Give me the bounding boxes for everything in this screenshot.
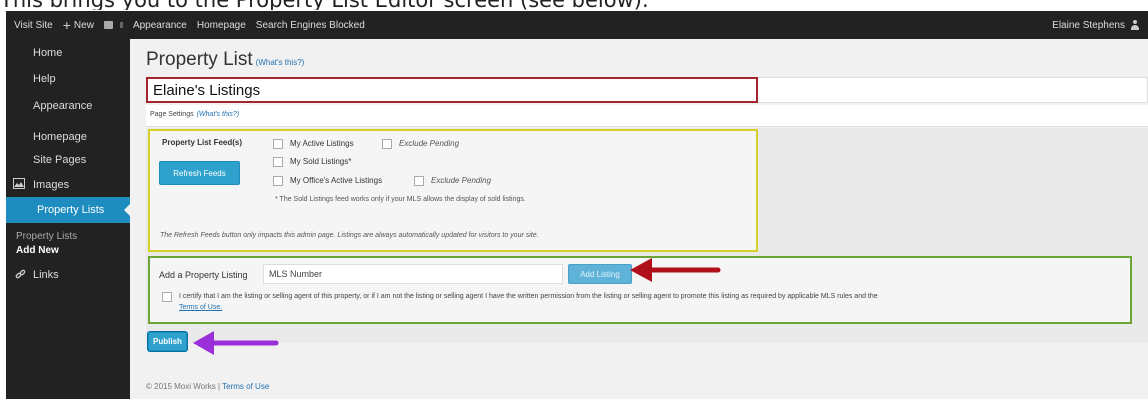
exclude-pending-checkbox-1[interactable] <box>382 139 392 149</box>
feeds-label: Property List Feed(s) <box>162 138 243 147</box>
sidebar-item-images[interactable]: Images <box>6 174 130 194</box>
exclude-pending-label-2: Exclude Pending <box>431 176 492 185</box>
user-name: Elaine Stephens <box>1052 19 1125 31</box>
appearance-link[interactable]: Appearance <box>133 20 187 31</box>
homepage-link[interactable]: Homepage <box>197 20 246 31</box>
link-icon <box>15 269 26 279</box>
refresh-feeds-button[interactable]: Refresh Feeds <box>159 161 240 185</box>
sidebar-item-home[interactable]: Home <box>6 43 130 63</box>
my-active-listings-label: My Active Listings <box>290 139 354 148</box>
add-listing-label: Add a Property Listing <box>159 270 248 280</box>
page-settings-bar[interactable]: Page Settings (What's this?) <box>146 105 1148 127</box>
sidebar-item-help[interactable]: Help <box>6 69 130 89</box>
page-settings-help-link[interactable]: (What's this?) <box>197 111 240 118</box>
tutorial-caption: This brings you to the Property List Edi… <box>0 0 1148 10</box>
user-menu[interactable]: Elaine Stephens <box>1052 20 1140 31</box>
sidebar-item-property-lists[interactable]: Property Lists <box>6 197 130 223</box>
plus-icon: + <box>62 17 71 33</box>
publish-button[interactable]: Publish <box>148 332 187 351</box>
exclude-pending-label-1: Exclude Pending <box>399 139 460 148</box>
add-listing-section: Add a Property Listing MLS Number Add Li… <box>148 256 1132 324</box>
separator <box>119 22 123 28</box>
sidebar-item-appearance[interactable]: Appearance <box>6 95 130 115</box>
certify-text: I certify that I am the listing or selli… <box>179 293 878 311</box>
office-active-listings-checkbox[interactable] <box>273 176 283 186</box>
exclude-pending-checkbox-2[interactable] <box>414 176 424 186</box>
my-active-listings-checkbox[interactable] <box>273 139 283 149</box>
my-sold-listings-checkbox[interactable] <box>273 157 283 167</box>
submenu-add-new[interactable]: Add New <box>6 243 130 257</box>
footer: © 2015 Moxi Works | Terms of Use <box>146 382 270 391</box>
footer-terms-link[interactable]: Terms of Use <box>222 382 269 391</box>
admin-sidebar: Home Help Appearance Homepage Site Pages… <box>6 39 130 399</box>
mls-number-input[interactable]: MLS Number <box>263 264 563 284</box>
terms-of-use-link[interactable]: Terms of Use. <box>179 304 222 311</box>
my-sold-listings-label: My Sold Listings* <box>290 157 352 166</box>
feeds-section: Property List Feed(s) Refresh Feeds My A… <box>148 129 758 252</box>
search-engines-blocked-link[interactable]: Search Engines Blocked <box>256 20 365 31</box>
images-icon <box>13 178 25 189</box>
comments-menu[interactable] <box>103 21 123 29</box>
office-active-listings-label: My Office's Active Listings <box>290 176 383 185</box>
sold-listings-note: * The Sold Listings feed works only if y… <box>275 196 526 203</box>
user-icon <box>1130 20 1140 30</box>
certify-checkbox[interactable] <box>162 292 172 302</box>
add-listing-button[interactable]: Add Listing <box>568 264 632 284</box>
refresh-feeds-note: The Refresh Feeds button only impacts th… <box>160 232 539 239</box>
visit-site-link[interactable]: Visit Site <box>14 20 53 31</box>
content-area: Property List (What's this?) Elaine's Lis… <box>130 39 1148 399</box>
comment-icon <box>103 21 113 29</box>
whats-this-link[interactable]: (What's this?) <box>256 58 305 67</box>
new-menu[interactable]: + New <box>63 18 94 32</box>
sidebar-item-site-pages[interactable]: Site Pages <box>6 149 130 169</box>
submenu-property-lists[interactable]: Property Lists <box>6 229 130 243</box>
admin-bar: Visit Site + New Appearance Homepage Sea… <box>6 11 1148 39</box>
sidebar-item-links[interactable]: Links <box>6 264 130 284</box>
page-title: Property List (What's this?) <box>146 49 305 70</box>
list-title-input[interactable]: Elaine's Listings <box>146 77 1148 103</box>
sidebar-item-homepage[interactable]: Homepage <box>6 126 130 146</box>
